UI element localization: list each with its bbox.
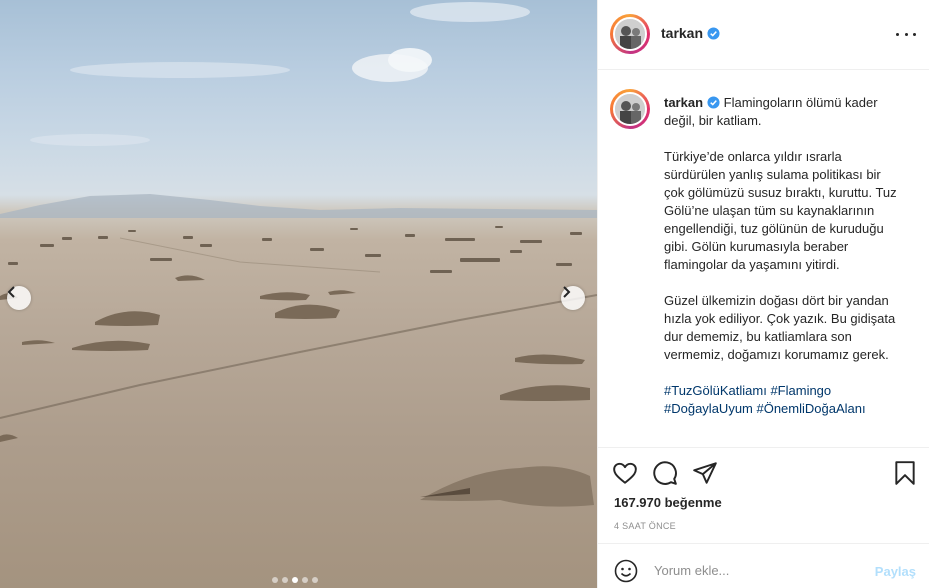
carousel-dot xyxy=(312,577,318,583)
post-header: tarkan xyxy=(598,0,929,70)
hashtags-line-2[interactable]: #DoğaylaUyum #ÖnemliDoğaAlanı xyxy=(664,400,904,418)
carousel-dot xyxy=(302,577,308,583)
share-button[interactable] xyxy=(692,460,718,486)
post-timestamp[interactable]: 4 SAAT ÖNCE xyxy=(614,521,676,531)
carousel-dot xyxy=(292,577,298,583)
action-bar: 167.970 beğenme 4 SAAT ÖNCE xyxy=(598,447,929,543)
caption-section: tarkan Flamingoların ölümü kader değil, … xyxy=(598,71,929,447)
carousel-prev-button[interactable] xyxy=(7,286,31,310)
paper-plane-icon xyxy=(693,462,717,484)
caption-paragraph-2: Güzel ülkemizin doğası dört bir yandan h… xyxy=(664,293,896,362)
carousel-next-button[interactable] xyxy=(561,286,585,310)
verified-badge-icon xyxy=(707,27,720,40)
caption-text: tarkan Flamingoların ölümü kader değil, … xyxy=(664,94,904,418)
comment-bubble-icon xyxy=(653,461,677,485)
avatar[interactable] xyxy=(610,14,650,54)
comment-bar: Paylaş xyxy=(598,543,929,588)
comment-input[interactable] xyxy=(654,556,864,584)
save-button[interactable] xyxy=(892,460,918,486)
more-options-icon xyxy=(896,32,899,36)
header-username[interactable]: tarkan xyxy=(661,25,720,41)
post-comment-button[interactable]: Paylaş xyxy=(875,564,916,579)
photo-scene xyxy=(0,2,597,507)
caption-paragraph-1: Türkiye’de onlarca yıldır ısrarla sürdür… xyxy=(664,149,897,272)
carousel-dot xyxy=(282,577,288,583)
verified-badge-icon xyxy=(707,96,720,109)
emoji-button[interactable] xyxy=(614,559,638,583)
chevron-right-icon xyxy=(563,286,571,298)
heart-icon xyxy=(613,462,637,484)
caption-avatar[interactable] xyxy=(610,89,650,129)
like-button[interactable] xyxy=(612,460,638,486)
chevron-left-icon xyxy=(7,286,15,298)
post-photo xyxy=(0,0,597,588)
caption-username[interactable]: tarkan xyxy=(664,95,703,110)
carousel-dot xyxy=(272,577,278,583)
carousel-dots xyxy=(272,577,318,583)
hashtags-line-1[interactable]: #TuzGölüKatliamı #Flamingo xyxy=(664,382,904,400)
post-details-panel: tarkan tarkan Flamingoların ölümü kader … xyxy=(597,0,929,588)
more-options-button[interactable] xyxy=(896,26,916,42)
likes-count[interactable]: 167.970 beğenme xyxy=(614,495,722,510)
bookmark-icon xyxy=(895,461,915,485)
comment-button[interactable] xyxy=(652,460,678,486)
emoji-smiley-icon xyxy=(614,559,638,583)
